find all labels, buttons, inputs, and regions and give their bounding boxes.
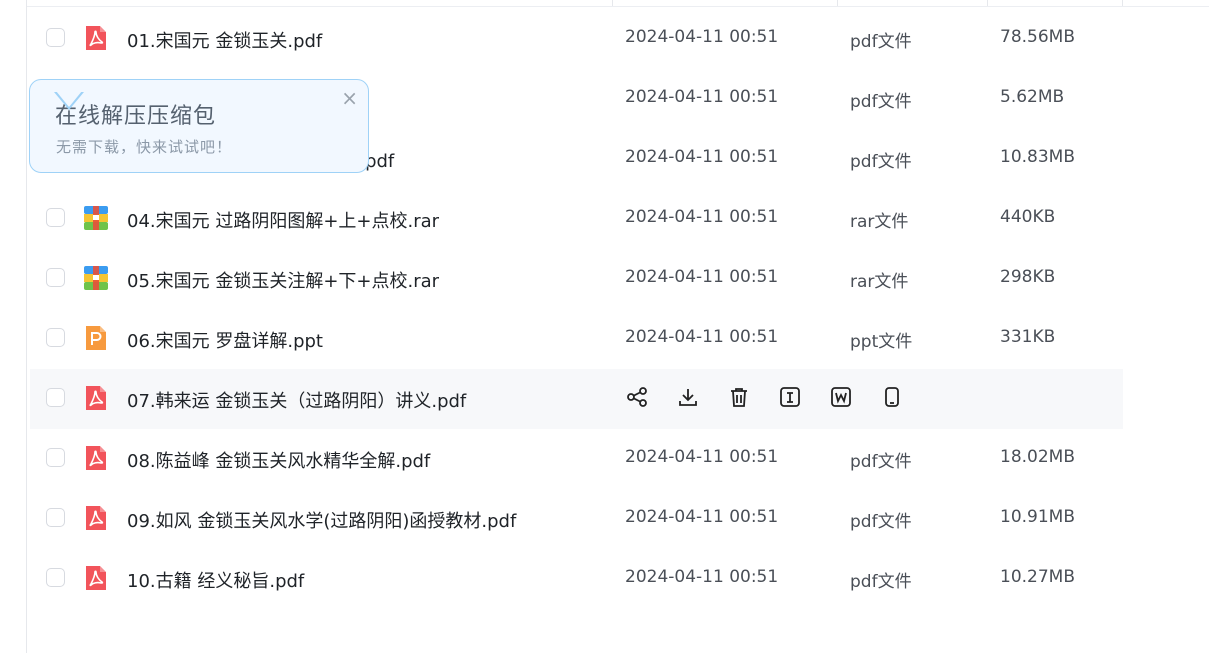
rar-file-icon bbox=[82, 264, 110, 292]
file-type: rar文件 bbox=[850, 212, 909, 232]
file-date: 2024-04-11 00:51 bbox=[625, 327, 779, 347]
file-size: 440KB bbox=[1000, 207, 1056, 227]
file-date: 2024-04-11 00:51 bbox=[625, 27, 779, 47]
pdf-file-icon bbox=[82, 384, 110, 412]
file-type: pdf文件 bbox=[850, 92, 912, 112]
phone-icon[interactable] bbox=[880, 385, 904, 409]
table-row[interactable]: 10.古籍 经义秘旨.pdf 2024-04-11 00:51 pdf文件 10… bbox=[30, 549, 1123, 609]
column-divider bbox=[1122, 0, 1123, 6]
delete-icon[interactable] bbox=[727, 385, 751, 409]
left-rail bbox=[0, 0, 27, 653]
column-divider bbox=[837, 0, 838, 6]
table-row[interactable]: 05.宋国元 金锁玉关注解+下+点校.rar 2024-04-11 00:51 … bbox=[30, 249, 1123, 309]
pdf-file-icon bbox=[82, 504, 110, 532]
share-icon[interactable] bbox=[625, 385, 649, 409]
table-row[interactable]: 07.韩来运 金锁玉关（过路阴阳）讲义.pdf bbox=[30, 369, 1123, 429]
file-size: 298KB bbox=[1000, 267, 1056, 287]
file-name[interactable]: 08.陈益峰 金锁玉关风水精华全解.pdf bbox=[127, 447, 430, 473]
tooltip-arrow-fill bbox=[56, 91, 82, 107]
file-date: 2024-04-11 00:51 bbox=[625, 87, 779, 107]
file-type: pdf文件 bbox=[850, 32, 912, 52]
file-type: pdf文件 bbox=[850, 152, 912, 172]
table-row[interactable]: 08.陈益峰 金锁玉关风水精华全解.pdf 2024-04-11 00:51 p… bbox=[30, 429, 1123, 489]
file-type: pdf文件 bbox=[850, 572, 912, 592]
file-size: 331KB bbox=[1000, 327, 1056, 347]
file-type: pdf文件 bbox=[850, 452, 912, 472]
table-row[interactable]: 09.如风 金锁玉关风水学(过路阴阳)函授教材.pdf 2024-04-11 0… bbox=[30, 489, 1123, 549]
table-row[interactable]: 06.宋国元 罗盘详解.ppt 2024-04-11 00:51 ppt文件 3… bbox=[30, 309, 1123, 369]
file-date: 2024-04-11 00:51 bbox=[625, 447, 779, 467]
file-type: pdf文件 bbox=[850, 512, 912, 532]
row-checkbox[interactable] bbox=[46, 328, 65, 347]
row-checkbox[interactable] bbox=[46, 28, 65, 47]
download-icon[interactable] bbox=[676, 385, 700, 409]
promo-subtitle: 无需下载，快来试试吧！ bbox=[56, 138, 233, 156]
word-convert-icon[interactable] bbox=[829, 385, 853, 409]
file-name[interactable]: 05.宋国元 金锁玉关注解+下+点校.rar bbox=[127, 267, 439, 293]
file-name[interactable]: 09.如风 金锁玉关风水学(过路阴阳)函授教材.pdf bbox=[127, 507, 516, 533]
pdf-file-icon bbox=[82, 24, 110, 52]
column-divider bbox=[612, 0, 613, 6]
file-size: 18.02MB bbox=[1000, 447, 1075, 467]
column-divider bbox=[987, 0, 988, 6]
row-actions bbox=[625, 385, 904, 409]
pdf-file-icon bbox=[82, 564, 110, 592]
file-name[interactable]: 06.宋国元 罗盘详解.ppt bbox=[127, 327, 323, 353]
file-type: ppt文件 bbox=[850, 332, 913, 352]
header-divider bbox=[27, 6, 1209, 7]
file-date: 2024-04-11 00:51 bbox=[625, 267, 779, 287]
file-type: rar文件 bbox=[850, 272, 909, 292]
rar-file-icon bbox=[82, 204, 110, 232]
row-checkbox[interactable] bbox=[46, 208, 65, 227]
file-size: 10.83MB bbox=[1000, 147, 1075, 167]
pdf-file-icon bbox=[82, 444, 110, 472]
row-checkbox[interactable] bbox=[46, 268, 65, 287]
row-checkbox[interactable] bbox=[46, 568, 65, 587]
table-row[interactable]: 01.宋国元 金锁玉关.pdf 2024-04-11 00:51 pdf文件 7… bbox=[30, 9, 1123, 69]
row-checkbox[interactable] bbox=[46, 508, 65, 527]
table-row[interactable]: 04.宋国元 过路阴阳图解+上+点校.rar 2024-04-11 00:51 … bbox=[30, 189, 1123, 249]
file-name[interactable]: 01.宋国元 金锁玉关.pdf bbox=[127, 27, 322, 53]
file-date: 2024-04-11 00:51 bbox=[625, 507, 779, 527]
file-date: 2024-04-11 00:51 bbox=[625, 567, 779, 587]
row-checkbox[interactable] bbox=[46, 388, 65, 407]
close-icon[interactable]: × bbox=[341, 86, 358, 110]
file-name[interactable]: 07.韩来运 金锁玉关（过路阴阳）讲义.pdf bbox=[127, 387, 466, 413]
file-size: 5.62MB bbox=[1000, 87, 1065, 107]
file-size: 78.56MB bbox=[1000, 27, 1075, 47]
file-size: 10.91MB bbox=[1000, 507, 1075, 527]
file-date: 2024-04-11 00:51 bbox=[625, 147, 779, 167]
file-size: 10.27MB bbox=[1000, 567, 1075, 587]
row-checkbox[interactable] bbox=[46, 448, 65, 467]
text-extract-icon[interactable] bbox=[778, 385, 802, 409]
file-date: 2024-04-11 00:51 bbox=[625, 207, 779, 227]
file-name[interactable]: 10.古籍 经义秘旨.pdf bbox=[127, 567, 304, 593]
ppt-file-icon bbox=[82, 324, 110, 352]
file-name[interactable]: 04.宋国元 过路阴阳图解+上+点校.rar bbox=[127, 207, 439, 233]
